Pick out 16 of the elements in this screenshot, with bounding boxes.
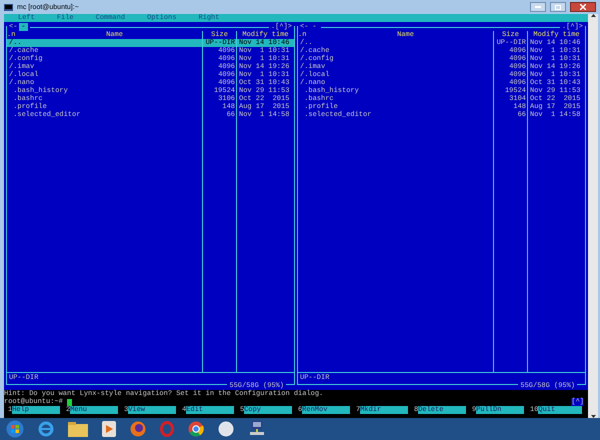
minimize-icon <box>535 6 541 8</box>
tricolor-circle-icon[interactable] <box>188 421 204 437</box>
letter-e-icon[interactable] <box>38 421 54 437</box>
cursor-block <box>66 398 72 406</box>
network-computer-icon[interactable] <box>248 421 266 437</box>
minimize-button[interactable] <box>530 2 546 12</box>
close-icon <box>580 4 586 10</box>
sphere-icon[interactable] <box>218 421 234 437</box>
start-orb-icon[interactable] <box>6 420 24 438</box>
maximize-icon <box>555 4 561 10</box>
media-player-icon[interactable] <box>102 421 116 437</box>
terminal-app-icon <box>4 2 13 12</box>
fox-globe-icon[interactable] <box>130 421 146 437</box>
close-button[interactable] <box>570 2 596 12</box>
folder-icon[interactable] <box>68 421 88 437</box>
maximize-button[interactable] <box>550 2 566 12</box>
